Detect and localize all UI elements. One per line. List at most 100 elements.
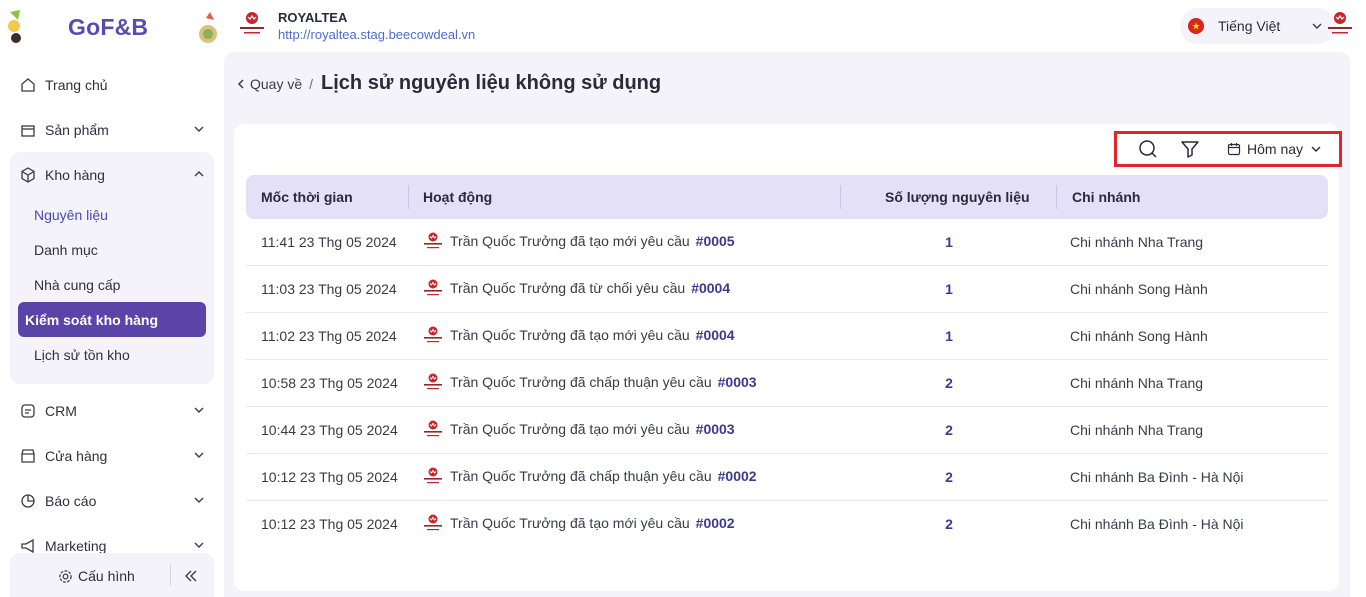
row-quantity: 1 xyxy=(945,234,953,250)
chevron-left-icon xyxy=(237,78,244,89)
table-body: 11:41 23 Thg 05 2024 Trần Quốc Trưởng đã… xyxy=(246,219,1328,548)
back-link[interactable]: Quay về xyxy=(236,76,302,92)
search-icon[interactable] xyxy=(1138,139,1158,159)
column-divider xyxy=(408,185,409,209)
row-quantity: 2 xyxy=(945,469,953,485)
row-activity: Trần Quốc Trưởng đã tạo mới yêu cầu #000… xyxy=(422,324,735,346)
chevron-down-icon xyxy=(194,452,204,458)
table-row[interactable]: 10:12 23 Thg 05 2024 Trần Quốc Trưởng đã… xyxy=(246,501,1328,548)
sidebar-item-label: Marketing xyxy=(45,537,107,554)
request-code-link[interactable]: #0005 xyxy=(696,233,735,249)
chevron-down-icon xyxy=(194,407,204,413)
request-code-link[interactable]: #0002 xyxy=(718,468,757,484)
chevron-down-icon xyxy=(1312,23,1322,29)
row-quantity: 2 xyxy=(945,375,953,391)
gear-icon xyxy=(59,569,72,583)
request-code-link[interactable]: #0003 xyxy=(718,374,757,390)
language-selector[interactable]: Tiếng Việt xyxy=(1180,8,1336,44)
store-logo xyxy=(424,420,442,437)
chevron-up-icon xyxy=(194,171,204,177)
breadcrumb-separator: / xyxy=(309,75,314,92)
row-activity: Trần Quốc Trưởng đã từ chối yêu cầu #000… xyxy=(422,277,730,299)
chevron-down-icon xyxy=(1311,146,1321,152)
row-time: 11:03 23 Thg 05 2024 xyxy=(261,281,397,297)
sidebar-item-label: Kho hàng xyxy=(45,166,105,183)
divider xyxy=(170,564,171,586)
back-label: Quay về xyxy=(250,75,303,92)
store-logo xyxy=(424,279,442,296)
table-row[interactable]: 11:41 23 Thg 05 2024 Trần Quốc Trưởng đã… xyxy=(246,219,1328,266)
avatar[interactable] xyxy=(1324,8,1356,40)
row-quantity: 1 xyxy=(945,281,953,297)
store-url-link[interactable]: http://royaltea.stag.beecowdeal.vn xyxy=(278,27,475,42)
row-branch: Chi nhánh Ba Đình - Hà Nội xyxy=(1070,516,1244,532)
table-row[interactable]: 11:02 23 Thg 05 2024 Trần Quốc Trưởng đã… xyxy=(246,313,1328,360)
sidebar-item-crm[interactable]: CRM xyxy=(10,388,214,433)
package-icon xyxy=(21,166,35,183)
request-code-link[interactable]: #0004 xyxy=(696,327,735,343)
request-code-link[interactable]: #0003 xyxy=(696,421,735,437)
calendar-icon xyxy=(1227,143,1241,156)
table-row[interactable]: 10:58 23 Thg 05 2024 Trần Quốc Trưởng đã… xyxy=(246,360,1328,407)
crm-icon xyxy=(21,403,35,418)
brand-logo[interactable]: GoF&B xyxy=(8,8,217,46)
chevron-down-icon xyxy=(194,542,204,548)
sidebar-footer: Cấu hình xyxy=(10,553,214,597)
request-code-link[interactable]: #0004 xyxy=(691,280,730,296)
table-row[interactable]: 10:44 23 Thg 05 2024 Trần Quốc Trưởng đã… xyxy=(246,407,1328,454)
store-logo xyxy=(424,326,442,343)
store-logo xyxy=(424,373,442,390)
activity-text: Trần Quốc Trưởng đã từ chối yêu cầu xyxy=(450,280,686,296)
activity-text: Trần Quốc Trưởng đã tạo mới yêu cầu xyxy=(450,421,690,437)
sidebar-item-label: CRM xyxy=(45,402,77,419)
row-time: 11:02 23 Thg 05 2024 xyxy=(261,328,397,344)
sidebar-nav: Trang chủ Sản phẩm Kho hàng Nguyên liệu … xyxy=(10,62,214,568)
breadcrumb: Quay về / Lịch sử nguyên liệu không sử d… xyxy=(236,72,661,95)
store-name: ROYALTEA xyxy=(278,10,348,25)
vietnam-flag-icon xyxy=(1188,18,1204,34)
collapse-sidebar-icon[interactable] xyxy=(182,567,200,585)
table-header: Mốc thời gian Hoạt động Số lượng nguyên … xyxy=(246,175,1328,219)
sidebar-item-label: Cửa hàng xyxy=(45,447,108,464)
table-row[interactable]: 10:12 23 Thg 05 2024 Trần Quốc Trưởng đã… xyxy=(246,454,1328,501)
row-time: 10:58 23 Thg 05 2024 xyxy=(261,375,398,391)
date-filter-dropdown[interactable]: Hôm nay xyxy=(1227,141,1323,157)
config-button[interactable]: Cấu hình xyxy=(58,568,135,584)
row-branch: Chi nhánh Song Hành xyxy=(1070,328,1208,344)
sidebar-item-store[interactable]: Cửa hàng xyxy=(10,433,214,478)
store-logo xyxy=(424,232,442,249)
row-time: 10:12 23 Thg 05 2024 xyxy=(261,469,398,485)
row-branch: Chi nhánh Nha Trang xyxy=(1070,375,1204,391)
row-activity: Trần Quốc Trưởng đã chấp thuận yêu cầu #… xyxy=(422,371,757,393)
sidebar-item-warehouse[interactable]: Kho hàng xyxy=(10,152,214,197)
sidebar-item-label: Báo cáo xyxy=(45,492,97,509)
date-filter-label: Hôm nay xyxy=(1247,141,1304,157)
sidebar-group-warehouse: Kho hàng Nguyên liệu Danh mục Nhà cung c… xyxy=(10,152,214,384)
sidebar-item-home[interactable]: Trang chủ xyxy=(10,62,214,107)
row-quantity: 2 xyxy=(945,422,953,438)
column-header-time: Mốc thời gian xyxy=(261,189,353,205)
chevron-down-icon xyxy=(194,497,204,503)
sidebar-subitem-categories[interactable]: Danh mục xyxy=(18,232,206,267)
request-code-link[interactable]: #0002 xyxy=(696,515,735,531)
sidebar-item-label: Trang chủ xyxy=(45,76,108,93)
sidebar-subitem-inventory-history[interactable]: Lịch sử tồn kho xyxy=(18,337,206,372)
sidebar-item-label: Sản phẩm xyxy=(45,121,109,138)
main-content: Quay về / Lịch sử nguyên liệu không sử d… xyxy=(224,52,1350,597)
history-card: Hôm nay Mốc thời gian Hoạt động Số lượng… xyxy=(234,124,1342,591)
activity-text: Trần Quốc Trưởng đã chấp thuận yêu cầu xyxy=(450,374,712,390)
row-branch: Chi nhánh Song Hành xyxy=(1070,281,1208,297)
pie-chart-icon xyxy=(21,493,35,508)
row-branch: Chi nhánh Ba Đình - Hà Nội xyxy=(1070,469,1244,485)
sidebar-item-reports[interactable]: Báo cáo xyxy=(10,478,214,523)
sidebar-item-products[interactable]: Sản phẩm xyxy=(10,107,214,152)
store-logo xyxy=(424,514,442,531)
table-row[interactable]: 11:03 23 Thg 05 2024 Trần Quốc Trưởng đã… xyxy=(246,266,1328,313)
filter-icon[interactable] xyxy=(1180,139,1200,159)
sidebar-subitem-suppliers[interactable]: Nhà cung cấp xyxy=(18,267,206,302)
activity-text: Trần Quốc Trưởng đã tạo mới yêu cầu xyxy=(450,327,690,343)
page-title: Lịch sử nguyên liệu không sử dụng xyxy=(321,72,662,94)
column-header-activity: Hoạt động xyxy=(423,189,493,205)
sidebar-subitem-ingredients[interactable]: Nguyên liệu xyxy=(18,197,206,232)
sidebar-subitem-inventory-control[interactable]: Kiểm soát kho hàng xyxy=(18,302,206,337)
